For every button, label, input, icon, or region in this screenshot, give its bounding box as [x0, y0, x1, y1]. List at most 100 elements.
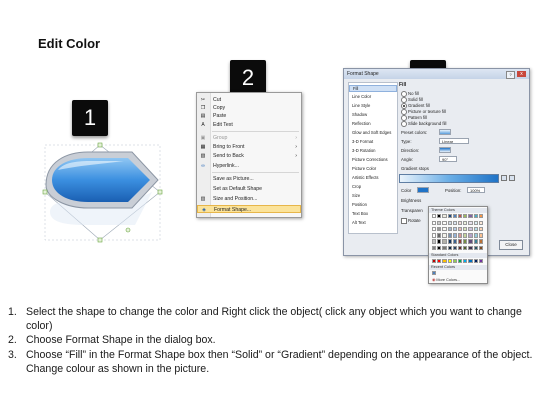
close-icon[interactable]: x — [517, 71, 526, 77]
nav-item-shadow[interactable]: Shadow — [352, 112, 367, 117]
theme-color-swatch[interactable] — [468, 227, 473, 232]
theme-color-swatch[interactable] — [452, 239, 458, 244]
theme-color-swatch[interactable] — [442, 221, 447, 226]
theme-color-swatch[interactable] — [468, 239, 473, 244]
menu-item-cut[interactable]: ✂ Cut — [197, 96, 301, 104]
nav-item-glow[interactable]: Glow and Soft Edges — [352, 130, 391, 135]
theme-color-swatch[interactable] — [432, 239, 437, 244]
theme-color-swatch[interactable] — [442, 245, 447, 250]
nav-item-line-style[interactable]: Line Style — [352, 103, 370, 108]
theme-color-swatch[interactable] — [437, 214, 442, 219]
theme-color-swatch[interactable] — [473, 245, 478, 250]
nav-item-3d-format[interactable]: 3-D Format — [352, 139, 373, 144]
standard-color-swatch[interactable] — [447, 259, 452, 264]
theme-color-swatch[interactable] — [447, 221, 452, 226]
standard-color-swatch[interactable] — [442, 259, 447, 264]
theme-color-swatch[interactable] — [463, 227, 468, 232]
theme-color-swatch[interactable] — [458, 233, 463, 238]
theme-color-swatch[interactable] — [432, 214, 437, 219]
theme-color-swatch[interactable] — [468, 221, 473, 226]
theme-color-swatch[interactable] — [447, 233, 452, 238]
nav-item-3d-rotation[interactable]: 3-D Rotation — [352, 148, 376, 153]
theme-color-swatch[interactable] — [452, 227, 458, 232]
nav-item-line-color[interactable]: Line Color — [352, 94, 371, 99]
add-stop-icon[interactable] — [501, 175, 507, 181]
theme-color-swatch[interactable] — [458, 221, 463, 226]
nav-item-picture-color[interactable]: Picture Color — [352, 166, 376, 171]
theme-color-swatch[interactable] — [437, 239, 442, 244]
nav-item-fill[interactable]: Fill — [349, 85, 397, 92]
standard-color-swatch[interactable] — [432, 259, 437, 264]
standard-color-swatch[interactable] — [478, 259, 484, 264]
theme-color-swatch[interactable] — [452, 233, 458, 238]
theme-color-swatch[interactable] — [478, 227, 484, 232]
theme-color-swatch[interactable] — [432, 233, 437, 238]
theme-color-swatch[interactable] — [478, 233, 484, 238]
teardrop-shape-icon[interactable] — [40, 140, 170, 245]
theme-color-swatch[interactable] — [468, 233, 473, 238]
menu-item-size-position[interactable]: ▥ Size and Position... — [197, 195, 301, 203]
menu-item-set-default-shape[interactable]: Set as Default Shape — [197, 185, 301, 193]
theme-color-swatch[interactable] — [452, 245, 458, 250]
menu-item-format-shape[interactable]: ◈ Format Shape... — [197, 205, 301, 213]
theme-color-swatch[interactable] — [442, 239, 447, 244]
theme-color-swatch[interactable] — [473, 227, 478, 232]
theme-color-swatch[interactable] — [437, 233, 442, 238]
menu-item-edit-text[interactable]: A Edit Text — [197, 121, 301, 129]
theme-color-swatch[interactable] — [452, 221, 458, 226]
theme-color-swatch[interactable] — [458, 227, 463, 232]
nav-item-picture-corrections[interactable]: Picture Corrections — [352, 157, 388, 162]
theme-color-swatch[interactable] — [463, 214, 468, 219]
nav-item-text-box[interactable]: Text Box — [352, 211, 368, 216]
theme-color-swatch[interactable] — [463, 221, 468, 226]
theme-color-swatch[interactable] — [478, 221, 484, 226]
theme-color-swatch[interactable] — [432, 245, 437, 250]
standard-color-swatch[interactable] — [437, 259, 442, 264]
menu-item-save-as-picture[interactable]: Save as Picture... — [197, 175, 301, 183]
theme-color-swatch[interactable] — [458, 214, 463, 219]
theme-color-swatch[interactable] — [432, 221, 437, 226]
nav-item-alt-text[interactable]: Alt Text — [352, 220, 366, 225]
theme-color-swatch[interactable] — [468, 245, 473, 250]
close-button[interactable]: Close — [499, 240, 523, 250]
menu-item-hyperlink[interactable]: ∞ Hyperlink... — [197, 162, 301, 170]
type-dropdown[interactable]: Linear — [439, 138, 469, 144]
standard-color-swatch[interactable] — [452, 259, 458, 264]
theme-color-swatch[interactable] — [432, 227, 437, 232]
theme-color-swatch[interactable] — [473, 214, 478, 219]
angle-input[interactable]: 90° — [439, 156, 457, 162]
theme-color-swatch[interactable] — [463, 245, 468, 250]
menu-item-group[interactable]: ▣ Group › — [197, 134, 301, 142]
radio-slide-background-fill[interactable] — [401, 121, 407, 127]
nav-item-reflection[interactable]: Reflection — [352, 121, 371, 126]
nav-item-artistic-effects[interactable]: Artistic Effects — [352, 175, 378, 180]
preset-colors-dropdown[interactable] — [439, 129, 451, 135]
theme-color-swatch[interactable] — [452, 214, 458, 219]
theme-color-swatch[interactable] — [473, 221, 478, 226]
theme-color-swatch[interactable] — [478, 239, 484, 244]
theme-color-swatch[interactable] — [437, 245, 442, 250]
direction-dropdown[interactable] — [439, 147, 451, 153]
theme-color-swatch[interactable] — [442, 233, 447, 238]
menu-item-bring-to-front[interactable]: ▦ Bring to Front › — [197, 143, 301, 151]
theme-color-swatch[interactable] — [468, 214, 473, 219]
theme-color-swatch[interactable] — [447, 214, 452, 219]
help-icon[interactable]: ? — [506, 71, 515, 79]
theme-color-swatch[interactable] — [442, 227, 447, 232]
color-dropdown[interactable] — [417, 187, 429, 193]
standard-color-swatch[interactable] — [458, 259, 463, 264]
theme-color-swatch[interactable] — [478, 245, 484, 250]
theme-color-swatch[interactable] — [473, 239, 478, 244]
theme-color-swatch[interactable] — [442, 214, 447, 219]
theme-color-swatch[interactable] — [463, 239, 468, 244]
theme-color-swatch[interactable] — [478, 214, 484, 219]
theme-color-swatch[interactable] — [458, 245, 463, 250]
menu-item-paste[interactable]: ▤ Paste — [197, 112, 301, 120]
nav-item-position[interactable]: Position — [352, 202, 367, 207]
nav-item-crop[interactable]: Crop — [352, 184, 361, 189]
more-colors-link[interactable]: ◉ More Colors... — [432, 277, 460, 282]
selected-shape[interactable] — [40, 140, 170, 245]
theme-color-swatch[interactable] — [437, 221, 442, 226]
nav-item-size[interactable]: Size — [352, 193, 360, 198]
menu-item-copy[interactable]: ❐ Copy — [197, 104, 301, 112]
